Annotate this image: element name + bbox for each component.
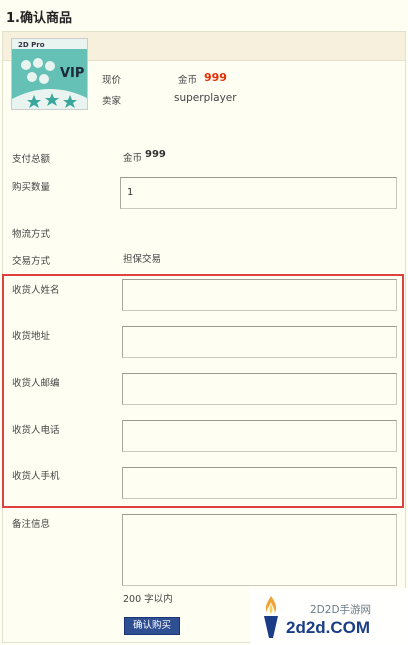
seller-name[interactable]: superplayer	[174, 92, 237, 104]
svg-text:VIP: VIP	[60, 66, 84, 81]
page-title: 1.确认商品	[6, 11, 72, 26]
watermark-domain: 2d2d.COM	[286, 618, 371, 637]
watermark-site-name: 2D2D手游网	[310, 604, 372, 616]
receiver-address-label: 收货地址	[12, 331, 51, 342]
seller-label: 卖家	[102, 96, 122, 107]
trade-label: 交易方式	[12, 256, 51, 267]
total-value: 999	[145, 149, 166, 160]
torch-icon	[264, 596, 278, 638]
price-currency: 金币	[178, 75, 198, 86]
price-value: 999	[204, 71, 227, 84]
receiver-name-input[interactable]	[122, 279, 397, 311]
remarks-hint: 200 字以内	[123, 594, 173, 605]
receiver-phone-label: 收货人电话	[12, 425, 60, 436]
remarks-label: 备注信息	[12, 519, 51, 530]
shipping-label: 物流方式	[12, 229, 51, 240]
total-label: 支付总额	[12, 154, 51, 165]
remarks-textarea[interactable]	[122, 514, 397, 586]
quantity-label: 购买数量	[12, 182, 51, 193]
receiver-mobile-input[interactable]	[122, 467, 397, 499]
receiver-address-input[interactable]	[122, 326, 397, 358]
quantity-input[interactable]: 1	[120, 177, 397, 209]
receiver-mobile-label: 收货人手机	[12, 471, 60, 482]
total-currency: 金币	[123, 153, 143, 164]
price-label: 现价	[102, 75, 122, 86]
receiver-zip-label: 收货人邮编	[12, 378, 60, 389]
product-image: 2D Pro VIP	[11, 38, 88, 110]
confirm-purchase-button[interactable]: 确认购买	[124, 617, 180, 635]
receiver-phone-input[interactable]	[122, 420, 397, 452]
receiver-zip-input[interactable]	[122, 373, 397, 405]
trade-value: 担保交易	[123, 254, 162, 265]
watermark-logo: 2D2D手游网 2d2d.COM	[250, 588, 408, 645]
receiver-name-label: 收货人姓名	[12, 285, 60, 296]
quantity-value: 1	[127, 187, 134, 198]
svg-text:2D Pro: 2D Pro	[18, 41, 45, 49]
